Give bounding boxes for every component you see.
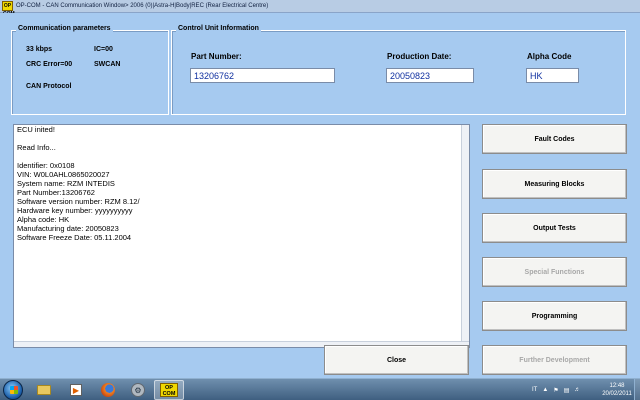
- volume-icon[interactable]: ♬: [574, 387, 580, 393]
- show-desktop-button[interactable]: [634, 379, 640, 400]
- window-title: OP-COM - CAN Communication Window> 2006 …: [16, 3, 269, 9]
- start-button[interactable]: [3, 380, 23, 400]
- production-date-field[interactable]: 20050823: [386, 68, 474, 83]
- firefox-icon: [101, 383, 115, 397]
- log-line: VIN: W0L0AHL0865020027: [17, 170, 110, 179]
- explorer-taskbar-button[interactable]: [30, 380, 58, 400]
- language-indicator[interactable]: IT: [532, 387, 537, 393]
- alpha-code-label: Alpha Code: [527, 52, 572, 61]
- flag-icon[interactable]: ⚑: [553, 387, 558, 394]
- log-line: Read Info...: [17, 143, 56, 152]
- log-vertical-scrollbar[interactable]: [461, 125, 469, 347]
- media-player-taskbar-button[interactable]: ▶: [62, 380, 90, 400]
- further-development-button[interactable]: Further Development: [482, 345, 627, 375]
- app-icon: OP COM: [2, 1, 15, 17]
- log-line: Manufacturing date: 20050823: [17, 224, 119, 233]
- log-line: System name: RZM INTEDIS: [17, 179, 115, 188]
- clock-date: 20/02/2011: [602, 391, 632, 397]
- part-number-field[interactable]: 13206762: [190, 68, 335, 83]
- comm-ic: IC=00: [94, 46, 113, 53]
- part-number-label: Part Number:: [191, 52, 242, 61]
- firefox-taskbar-button[interactable]: [94, 380, 122, 400]
- network-icon[interactable]: ▤: [564, 387, 570, 394]
- log-line: Software Freeze Date: 05.11.2004: [17, 233, 132, 242]
- taskbar: ▶ ⚙ OP COM IT ▲ ⚑ ▤ ♬ 12:48 20/02/2011: [0, 378, 640, 400]
- log-line: Software version number: RZM 8.12/: [17, 197, 140, 206]
- log-line: Part Number:13206762: [17, 188, 95, 197]
- opcom-icon: OP COM: [160, 383, 178, 397]
- alpha-code-field[interactable]: HK: [526, 68, 579, 83]
- log-line: Identifier: 0x0108: [17, 161, 75, 170]
- production-date-label: Production Date:: [387, 52, 452, 61]
- wrench-icon: ⚙: [131, 383, 145, 397]
- close-button[interactable]: Close: [324, 345, 469, 375]
- log-lines: ECU inited! Read Info... Identifier: 0x0…: [14, 125, 469, 242]
- media-player-icon: ▶: [70, 384, 82, 396]
- comm-protocol: CAN Protocol: [26, 83, 72, 90]
- folder-icon: [37, 385, 51, 395]
- output-tests-button[interactable]: Output Tests: [482, 213, 627, 243]
- comm-bus-type: SWCAN: [94, 61, 121, 68]
- comm-crc-error: CRC Error=00: [26, 61, 73, 68]
- show-hidden-icons-icon[interactable]: ▲: [542, 387, 548, 393]
- control-unit-information-group: Control Unit Information Part Number: 13…: [171, 25, 626, 115]
- clock[interactable]: 12:48 20/02/2011: [602, 382, 632, 398]
- opcom-taskbar-button[interactable]: OP COM: [154, 380, 184, 400]
- measuring-blocks-button[interactable]: Measuring Blocks: [482, 169, 627, 199]
- main-window: Communication parameters 33 kbps IC=00 C…: [0, 13, 640, 378]
- log-output[interactable]: ECU inited! Read Info... Identifier: 0x0…: [13, 124, 470, 348]
- title-bar[interactable]: OP COM OP-COM - CAN Communication Window…: [0, 0, 640, 17]
- log-line: Alpha code: HK: [17, 215, 70, 224]
- tool-taskbar-button[interactable]: ⚙: [124, 380, 152, 400]
- log-line: ECU inited!: [17, 125, 55, 134]
- programming-button[interactable]: Programming: [482, 301, 627, 331]
- comm-speed: 33 kbps: [26, 46, 53, 53]
- log-line: Hardware key number: yyyyyyyyyy: [17, 206, 133, 215]
- fault-codes-button[interactable]: Fault Codes: [482, 124, 627, 154]
- control-unit-information-title: Control Unit Information: [176, 25, 261, 32]
- clock-time: 12:48: [609, 383, 625, 389]
- special-functions-button[interactable]: Special Functions: [482, 257, 627, 287]
- communication-parameters-group: Communication parameters 33 kbps IC=00 C…: [11, 25, 169, 115]
- communication-parameters-title: Communication parameters: [16, 25, 113, 32]
